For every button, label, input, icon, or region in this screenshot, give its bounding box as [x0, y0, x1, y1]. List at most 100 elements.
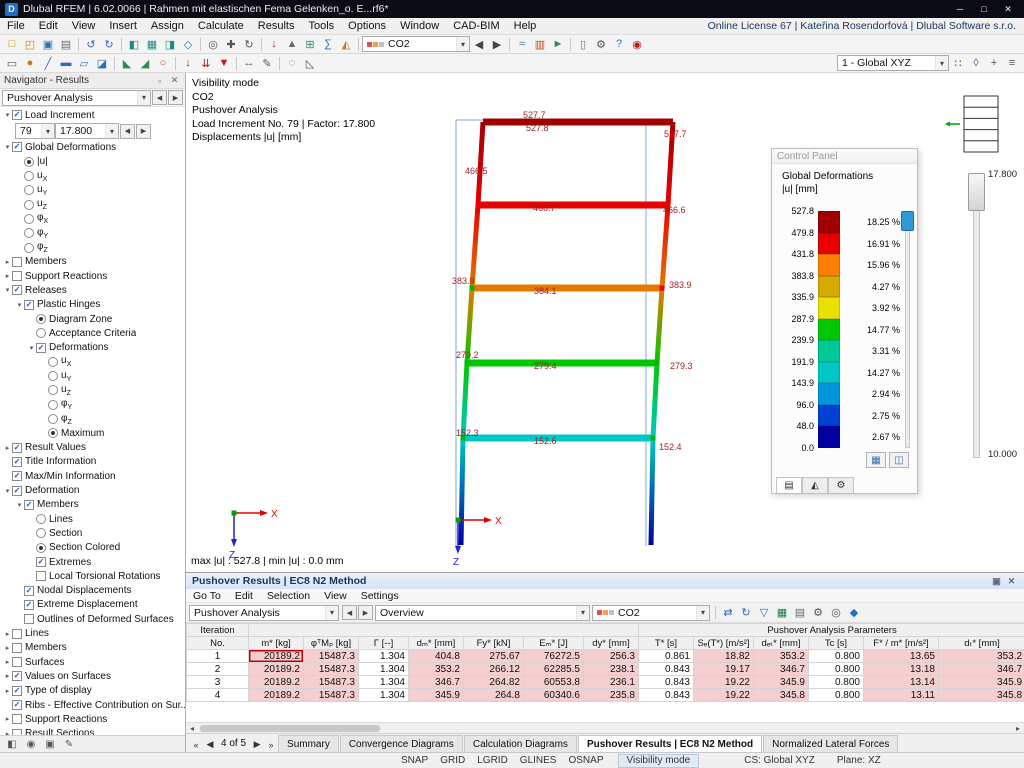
- find-icon[interactable]: ◎: [827, 604, 845, 621]
- previous-increment-button[interactable]: ◀: [120, 123, 135, 139]
- table-cell[interactable]: 1.304: [358, 649, 409, 663]
- supports-icon[interactable]: ▲: [283, 36, 301, 53]
- radio-button[interactable]: [24, 242, 34, 253]
- results-analysis-combo[interactable]: Pushover Analysis ▾: [189, 604, 339, 621]
- render-mode-icon[interactable]: ◇: [179, 36, 197, 53]
- tree-item-uy[interactable]: uY: [0, 369, 185, 383]
- tree-item-y[interactable]: φY: [0, 226, 185, 240]
- tree-item-ux[interactable]: uX: [0, 355, 185, 369]
- tree-item-lines[interactable]: ▸ Lines: [0, 626, 185, 640]
- checkbox[interactable]: ✓: [12, 700, 22, 711]
- rotate-view-icon[interactable]: ↻: [240, 36, 258, 53]
- column-header-s-t-m-s[interactable]: Sₑ(T*) [m/s²]: [693, 636, 754, 650]
- column-header-f-m-m-s[interactable]: F* / m* [m/s²]: [863, 636, 939, 650]
- table-cell[interactable]: 19.17: [693, 662, 754, 676]
- menu-item-help[interactable]: Help: [507, 20, 544, 32]
- calculate-icon[interactable]: ∑: [319, 36, 337, 53]
- expander-icon[interactable]: ▸: [3, 715, 12, 723]
- results-menu-item-edit[interactable]: Edit: [228, 590, 260, 602]
- radio-button[interactable]: [36, 514, 46, 525]
- previous-page-button[interactable]: ◀: [203, 737, 217, 752]
- checkbox[interactable]: ✓: [12, 442, 22, 453]
- table-cell[interactable]: 346.7: [937, 662, 1024, 676]
- checkbox[interactable]: [12, 657, 22, 668]
- tab-color-scale-icon[interactable]: ▤: [776, 477, 802, 493]
- scale-slider-track[interactable]: [905, 211, 910, 448]
- control-panel-icon[interactable]: ◨: [161, 36, 179, 53]
- status-toggle-snap[interactable]: SNAP: [395, 755, 434, 766]
- load-increment-no-combo[interactable]: 79 ▾: [15, 123, 55, 140]
- tree-item-y[interactable]: φY: [0, 398, 185, 412]
- print-icon[interactable]: ▤: [57, 36, 75, 53]
- radio-button[interactable]: [24, 156, 34, 167]
- column-header-dy-mm[interactable]: dy* [mm]: [583, 636, 639, 650]
- tree-item-local-torsional-rotations[interactable]: Local Torsional Rotations: [0, 569, 185, 583]
- table-cell[interactable]: 0.800: [808, 662, 864, 676]
- tree-item-lines[interactable]: Lines: [0, 512, 185, 526]
- next-increment-button[interactable]: ▶: [136, 123, 151, 139]
- column-header-fy-kn[interactable]: Fy* [kN]: [463, 636, 524, 650]
- grid-settings-icon[interactable]: ∷: [949, 55, 967, 72]
- save-icon[interactable]: ▣: [39, 36, 57, 53]
- table-cell[interactable]: 20189.2: [248, 688, 304, 702]
- tree-item-z[interactable]: φZ: [0, 412, 185, 426]
- column-header-no[interactable]: No.: [186, 636, 249, 650]
- next-result-button[interactable]: ▶: [488, 36, 506, 53]
- column-header-e-j[interactable]: Eₘ* [J]: [523, 636, 584, 650]
- close-button[interactable]: ✕: [997, 2, 1019, 16]
- results-co2-combo[interactable]: CO2 ▾: [592, 604, 710, 621]
- table-cell[interactable]: 1: [186, 649, 249, 663]
- chevron-down-icon[interactable]: ▾: [105, 124, 118, 139]
- table-cell[interactable]: 15487.3: [303, 662, 359, 676]
- radio-button[interactable]: [48, 428, 58, 439]
- horizontal-scrollbar[interactable]: ◂ ▸: [186, 722, 1024, 733]
- tab-filter-icon[interactable]: ⚙: [828, 477, 854, 493]
- loads-icon[interactable]: ↓: [265, 36, 283, 53]
- tree-item-load-increment[interactable]: ▾ ✓ Load Increment: [0, 108, 185, 122]
- previous-analysis-button[interactable]: ◀: [152, 90, 167, 105]
- previous-result-button[interactable]: ◀: [470, 36, 488, 53]
- line-tool-icon[interactable]: ╱: [39, 55, 57, 72]
- table-cell[interactable]: 13.14: [863, 675, 939, 689]
- tree-item-uz[interactable]: uZ: [0, 197, 185, 211]
- table-cell[interactable]: 275.67: [463, 649, 524, 663]
- tree-item-deformation[interactable]: ▾ ✓ Deformation: [0, 483, 185, 497]
- panel-dock-icon[interactable]: ◫: [889, 452, 909, 468]
- scroll-left-icon[interactable]: ◂: [186, 724, 198, 733]
- table-cell[interactable]: 266.12: [463, 662, 524, 676]
- tables-panel-icon[interactable]: ▦: [143, 36, 161, 53]
- table-cell[interactable]: 345.9: [753, 675, 809, 689]
- table-cell[interactable]: 76272.5: [523, 649, 584, 663]
- results-menu-item-settings[interactable]: Settings: [354, 590, 406, 602]
- table-cell[interactable]: 0.800: [808, 649, 864, 663]
- tree-item-extreme-displacement[interactable]: ✓ Extreme Displacement: [0, 598, 185, 612]
- radio-button[interactable]: [36, 314, 46, 324]
- table-cell[interactable]: 264.8: [463, 688, 524, 702]
- table-cell[interactable]: 236.1: [583, 675, 639, 689]
- pan-icon[interactable]: ✚: [222, 36, 240, 53]
- view-orientation-widget[interactable]: [944, 90, 1016, 160]
- close-results-icon[interactable]: ✕: [1005, 575, 1018, 588]
- minimize-button[interactable]: ─: [949, 2, 971, 16]
- radio-button[interactable]: [24, 185, 34, 196]
- results-menu-item-go-to[interactable]: Go To: [186, 590, 228, 602]
- checkbox[interactable]: [12, 256, 22, 267]
- checkbox[interactable]: ✓: [24, 299, 34, 310]
- table-cell[interactable]: 353.2: [937, 649, 1024, 663]
- status-toggle-glines[interactable]: GLINES: [514, 755, 563, 766]
- help-icon[interactable]: ?: [610, 36, 628, 53]
- tab-normalized-lateral-forces[interactable]: Normalized Lateral Forces: [763, 735, 899, 752]
- menu-item-window[interactable]: Window: [393, 20, 446, 32]
- next-analysis-button[interactable]: ▶: [168, 90, 183, 105]
- checkbox[interactable]: [12, 271, 22, 282]
- expander-icon[interactable]: ▸: [3, 630, 12, 638]
- new-file-icon[interactable]: □: [3, 36, 21, 53]
- tree-item-extremes[interactable]: ✓ Extremes: [0, 555, 185, 569]
- refresh-table-icon[interactable]: ↻: [737, 604, 755, 621]
- solid-tool-icon[interactable]: ◪: [93, 55, 111, 72]
- expander-icon[interactable]: ▸: [3, 687, 12, 695]
- next-page-button[interactable]: ▶: [250, 737, 264, 752]
- radio-button[interactable]: [48, 356, 58, 367]
- table-cell[interactable]: 19.22: [693, 675, 754, 689]
- edit-display-icon[interactable]: ✎: [61, 737, 77, 752]
